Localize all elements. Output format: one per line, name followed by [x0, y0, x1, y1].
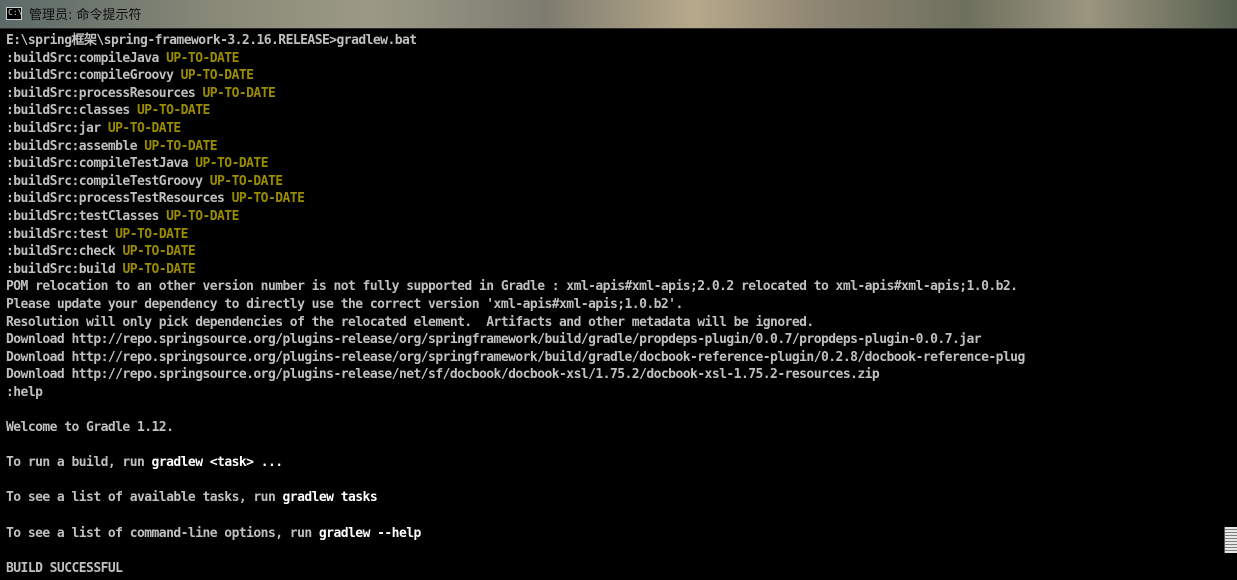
window-title: 管理员: 命令提示符 — [29, 8, 142, 23]
console-line: :buildSrc:check UP-TO-DATE — [6, 243, 1237, 261]
console-line: :buildSrc:classes UP-TO-DATE — [6, 102, 1237, 120]
console-line: :buildSrc:compileJava UP-TO-DATE — [6, 50, 1237, 68]
status-up-to-date: UP-TO-DATE — [122, 244, 196, 260]
console-line: :buildSrc:processResources UP-TO-DATE — [6, 85, 1237, 103]
console-line-text: Download http://repo.springsource.org/pl… — [6, 349, 1025, 365]
console-line-text: E:\spring框架\spring-framework-3.2.16.RELE… — [6, 33, 417, 48]
console-line-text: :buildSrc:compileTestGroovy — [6, 173, 210, 189]
console-line-text: Welcome to Gradle 1.12. — [6, 420, 174, 436]
console-output[interactable]: E:\spring框架\spring-framework-3.2.16.RELE… — [0, 29, 1237, 580]
command-highlight: gradlew --help — [318, 525, 421, 541]
status-up-to-date: UP-TO-DATE — [209, 173, 283, 189]
command-highlight: gradlew tasks — [282, 490, 378, 506]
command-highlight: gradlew <task> ... — [151, 455, 284, 471]
console-line-text: :buildSrc:compileGroovy — [6, 68, 181, 84]
console-line: :buildSrc:test UP-TO-DATE — [6, 226, 1237, 244]
console-line: :buildSrc:testClasses UP-TO-DATE — [6, 208, 1237, 226]
console-line-text: :buildSrc:jar — [6, 120, 108, 136]
console-line: Welcome to Gradle 1.12. — [6, 419, 1237, 437]
console-line: Download http://repo.springsource.org/pl… — [6, 366, 1237, 384]
console-line: :help — [6, 384, 1237, 402]
console-line: :buildSrc:build UP-TO-DATE — [6, 261, 1237, 279]
console-line: Resolution will only pick dependencies o… — [6, 314, 1237, 332]
console-line-text: :buildSrc:check — [6, 244, 123, 260]
console-lines: E:\spring框架\spring-framework-3.2.16.RELE… — [0, 29, 1237, 577]
console-line: Download http://repo.springsource.org/pl… — [6, 331, 1237, 349]
console-line: Download http://repo.springsource.org/pl… — [6, 349, 1237, 367]
window-titlebar[interactable]: C:\ 管理员: 命令提示符 — [0, 0, 1237, 29]
status-up-to-date: UP-TO-DATE — [202, 85, 276, 101]
console-line-text: :buildSrc:testClasses — [6, 208, 167, 224]
console-line-text: BUILD SUCCESSFUL — [6, 560, 123, 576]
console-line-text: :help — [6, 384, 43, 400]
status-up-to-date: UP-TO-DATE — [107, 120, 181, 136]
status-up-to-date: UP-TO-DATE — [122, 261, 196, 277]
console-line: To see a list of available tasks, run gr… — [6, 489, 1237, 507]
status-up-to-date: UP-TO-DATE — [195, 156, 268, 172]
status-up-to-date: UP-TO-DATE — [231, 191, 305, 207]
console-line: :buildSrc:assemble UP-TO-DATE — [6, 138, 1237, 156]
console-line-text: To see a list of command-line options, r… — [6, 525, 319, 541]
console-line-text: :buildSrc:assemble — [6, 138, 145, 154]
console-line-text: :buildSrc:test — [6, 226, 116, 242]
console-line-text: Download http://repo.springsource.org/pl… — [6, 332, 982, 348]
console-line-text: :buildSrc:build — [6, 261, 123, 277]
console-line-text: Download http://repo.springsource.org/pl… — [6, 367, 880, 383]
console-line: To see a list of command-line options, r… — [6, 525, 1237, 543]
console-line-text: :buildSrc:compileJava — [6, 50, 167, 66]
console-line-text: :buildSrc:classes — [6, 103, 137, 119]
console-line: :buildSrc:compileTestJava UP-TO-DATE — [6, 155, 1237, 173]
console-line-text: To run a build, run — [6, 455, 152, 471]
console-line: POM relocation to an other version numbe… — [6, 278, 1237, 296]
status-up-to-date: UP-TO-DATE — [166, 50, 239, 66]
console-line: Please update your dependency to directl… — [6, 296, 1237, 314]
console-line: To run a build, run gradlew <task> ... — [6, 454, 1237, 472]
console-line-text: To see a list of available tasks, run — [6, 490, 283, 506]
console-line: :buildSrc:jar UP-TO-DATE — [6, 120, 1237, 138]
status-up-to-date: UP-TO-DATE — [180, 68, 254, 84]
console-line-text: Please update your dependency to directl… — [6, 296, 683, 312]
console-line: E:\spring框架\spring-framework-3.2.16.RELE… — [6, 32, 1237, 50]
console-line-text: :buildSrc:compileTestJava — [6, 156, 196, 172]
command-prompt-icon: C:\ — [6, 7, 22, 20]
console-line-text: :buildSrc:processResources — [6, 85, 203, 101]
console-line-text: :buildSrc:processTestResources — [6, 191, 232, 207]
status-up-to-date: UP-TO-DATE — [115, 226, 188, 242]
console-line: :buildSrc:compileGroovy UP-TO-DATE — [6, 67, 1237, 85]
console-line: :buildSrc:compileTestGroovy UP-TO-DATE — [6, 173, 1237, 191]
console-line: BUILD SUCCESSFUL — [6, 560, 1237, 578]
status-up-to-date: UP-TO-DATE — [166, 208, 239, 224]
scrollbar-grip[interactable] — [1224, 527, 1237, 553]
status-up-to-date: UP-TO-DATE — [144, 138, 218, 154]
console-line-text: POM relocation to an other version numbe… — [6, 279, 1018, 295]
console-line: :buildSrc:processTestResources UP-TO-DAT… — [6, 190, 1237, 208]
status-up-to-date: UP-TO-DATE — [136, 103, 210, 119]
console-line-text: Resolution will only pick dependencies o… — [6, 314, 814, 330]
